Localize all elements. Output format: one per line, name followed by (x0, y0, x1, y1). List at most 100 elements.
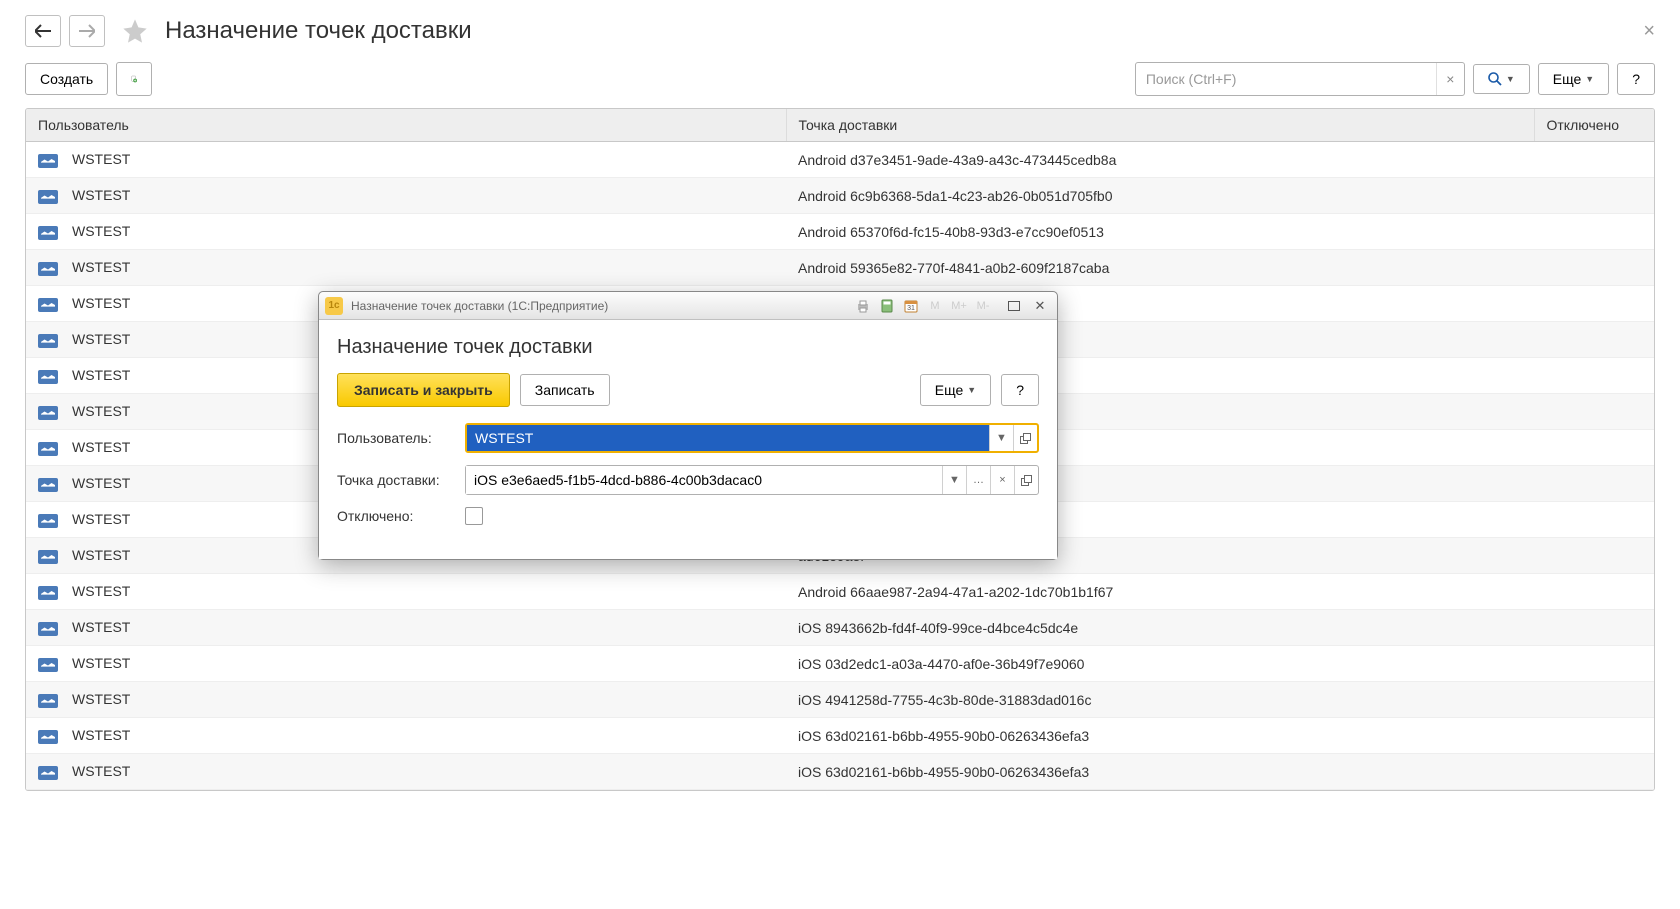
point-clear-button[interactable]: × (990, 466, 1014, 494)
column-header-point[interactable]: Точка доставки (786, 109, 1534, 142)
cell-point: iOS 63d02161-b6bb-4955-90b0-06263436efa3 (786, 754, 1534, 790)
cell-off (1534, 682, 1654, 718)
point-input[interactable] (466, 466, 942, 494)
user-input-complex: ▼ (465, 423, 1039, 453)
cell-off (1534, 358, 1654, 394)
user-dropdown-button[interactable]: ▼ (989, 425, 1013, 451)
cell-off (1534, 718, 1654, 754)
row-type-icon (38, 730, 58, 744)
row-type-icon (38, 370, 58, 384)
table-row[interactable]: WSTESTiOS 63d02161-b6bb-4955-90b0-062634… (26, 754, 1654, 790)
point-input-complex: ▼ … × (465, 465, 1039, 495)
calculator-icon[interactable] (879, 298, 895, 314)
cell-point: Android d37e3451-9ade-43a9-a43c-473445ce… (786, 142, 1534, 178)
table-row[interactable]: WSTESTAndroid 65370f6d-fc15-40b8-93d3-e7… (26, 214, 1654, 250)
table-row[interactable]: WSTESTiOS 8943662b-fd4f-40f9-99ce-d4bce4… (26, 610, 1654, 646)
dialog-more-label: Еще (935, 382, 964, 398)
page-title: Назначение точек доставки (165, 17, 472, 45)
search-clear-button[interactable]: × (1436, 63, 1464, 95)
point-dropdown-button[interactable]: ▼ (942, 466, 966, 494)
document-plus-icon (131, 70, 137, 88)
point-open-button[interactable] (1014, 466, 1038, 494)
close-page-button[interactable]: × (1643, 20, 1655, 43)
cell-point: Android 65370f6d-fc15-40b8-93d3-e7cc90ef… (786, 214, 1534, 250)
more-button[interactable]: Еще ▼ (1538, 63, 1609, 95)
create-button[interactable]: Создать (25, 63, 108, 95)
search-input[interactable] (1136, 71, 1436, 87)
table-row[interactable]: WSTESTiOS 63d02161-b6bb-4955-90b0-062634… (26, 718, 1654, 754)
off-field-label: Отключено: (337, 508, 457, 524)
chevron-down-icon: ▼ (967, 385, 976, 395)
dialog-help-button[interactable]: ? (1001, 374, 1039, 406)
window-close-button[interactable]: ✕ (1029, 297, 1051, 315)
cell-user: WSTEST (26, 250, 786, 286)
arrow-right-icon (79, 24, 95, 38)
row-type-icon (38, 442, 58, 456)
dialog-titlebar[interactable]: 1c Назначение точек доставки (1С:Предпри… (319, 292, 1057, 320)
edit-dialog: 1c Назначение точек доставки (1С:Предпри… (318, 291, 1058, 560)
arrow-left-icon (35, 24, 51, 38)
cell-point: iOS 63d02161-b6bb-4955-90b0-06263436efa3 (786, 718, 1534, 754)
cell-off (1534, 646, 1654, 682)
off-checkbox[interactable] (465, 507, 483, 525)
row-type-icon (38, 586, 58, 600)
user-field-label: Пользователь: (337, 430, 457, 446)
dialog-more-button[interactable]: Еще ▼ (920, 374, 991, 406)
help-button[interactable]: ? (1617, 63, 1655, 95)
row-type-icon (38, 334, 58, 348)
favorite-star-icon[interactable] (121, 17, 149, 45)
row-type-icon (38, 190, 58, 204)
m-icon: M (927, 298, 943, 314)
cell-off (1534, 610, 1654, 646)
cell-point: iOS 03d2edc1-a03a-4470-af0e-36b49f7e9060 (786, 646, 1534, 682)
open-link-icon (1020, 433, 1031, 444)
cell-off (1534, 466, 1654, 502)
cell-off (1534, 178, 1654, 214)
cell-off (1534, 250, 1654, 286)
column-header-user[interactable]: Пользователь (26, 109, 786, 142)
print-icon[interactable] (855, 298, 871, 314)
write-and-close-button[interactable]: Записать и закрыть (337, 373, 510, 407)
cell-user: WSTEST (26, 574, 786, 610)
cell-point: iOS 8943662b-fd4f-40f9-99ce-d4bce4c5dc4e (786, 610, 1534, 646)
nav-forward-button[interactable] (69, 15, 105, 47)
chevron-down-icon: ▼ (1585, 74, 1594, 84)
cell-user: WSTEST (26, 718, 786, 754)
write-button[interactable]: Записать (520, 374, 610, 406)
cell-user: WSTEST (26, 610, 786, 646)
cell-off (1534, 394, 1654, 430)
table-row[interactable]: WSTESTAndroid 66aae987-2a94-47a1-a202-1d… (26, 574, 1654, 610)
app-1c-icon: 1c (325, 297, 343, 315)
row-type-icon (38, 478, 58, 492)
user-open-button[interactable] (1013, 425, 1037, 451)
row-type-icon (38, 514, 58, 528)
table-row[interactable]: WSTESTAndroid 6c9b6368-5da1-4c23-ab26-0b… (26, 178, 1654, 214)
column-header-off[interactable]: Отключено (1534, 109, 1654, 142)
table-row[interactable]: WSTESTAndroid d37e3451-9ade-43a9-a43c-47… (26, 142, 1654, 178)
user-input[interactable] (467, 425, 989, 451)
cell-point: Android 66aae987-2a94-47a1-a202-1dc70b1b… (786, 574, 1534, 610)
nav-back-button[interactable] (25, 15, 61, 47)
table-row[interactable]: WSTESTiOS 4941258d-7755-4c3b-80de-31883d… (26, 682, 1654, 718)
table-row[interactable]: WSTESTAndroid 59365e82-770f-4841-a0b2-60… (26, 250, 1654, 286)
cell-off (1534, 214, 1654, 250)
cell-user: WSTEST (26, 214, 786, 250)
table-row[interactable]: WSTESTiOS 03d2edc1-a03a-4470-af0e-36b49f… (26, 646, 1654, 682)
open-link-icon (1021, 475, 1032, 486)
window-restore-button[interactable] (1003, 297, 1025, 315)
chevron-down-icon: ▼ (1506, 74, 1515, 84)
cell-off (1534, 322, 1654, 358)
point-field-label: Точка доставки: (337, 472, 457, 488)
search-dropdown-button[interactable]: ▼ (1473, 64, 1530, 94)
cell-user: WSTEST (26, 682, 786, 718)
cell-off (1534, 538, 1654, 574)
point-select-button[interactable]: … (966, 466, 990, 494)
cell-point: iOS 4941258d-7755-4c3b-80de-31883dad016c (786, 682, 1534, 718)
search-field-wrap: × (1135, 62, 1465, 96)
cell-off (1534, 502, 1654, 538)
cell-user: WSTEST (26, 754, 786, 790)
calendar-icon[interactable]: 31 (903, 298, 919, 314)
row-type-icon (38, 154, 58, 168)
copy-create-button[interactable] (116, 62, 152, 96)
cell-user: WSTEST (26, 142, 786, 178)
